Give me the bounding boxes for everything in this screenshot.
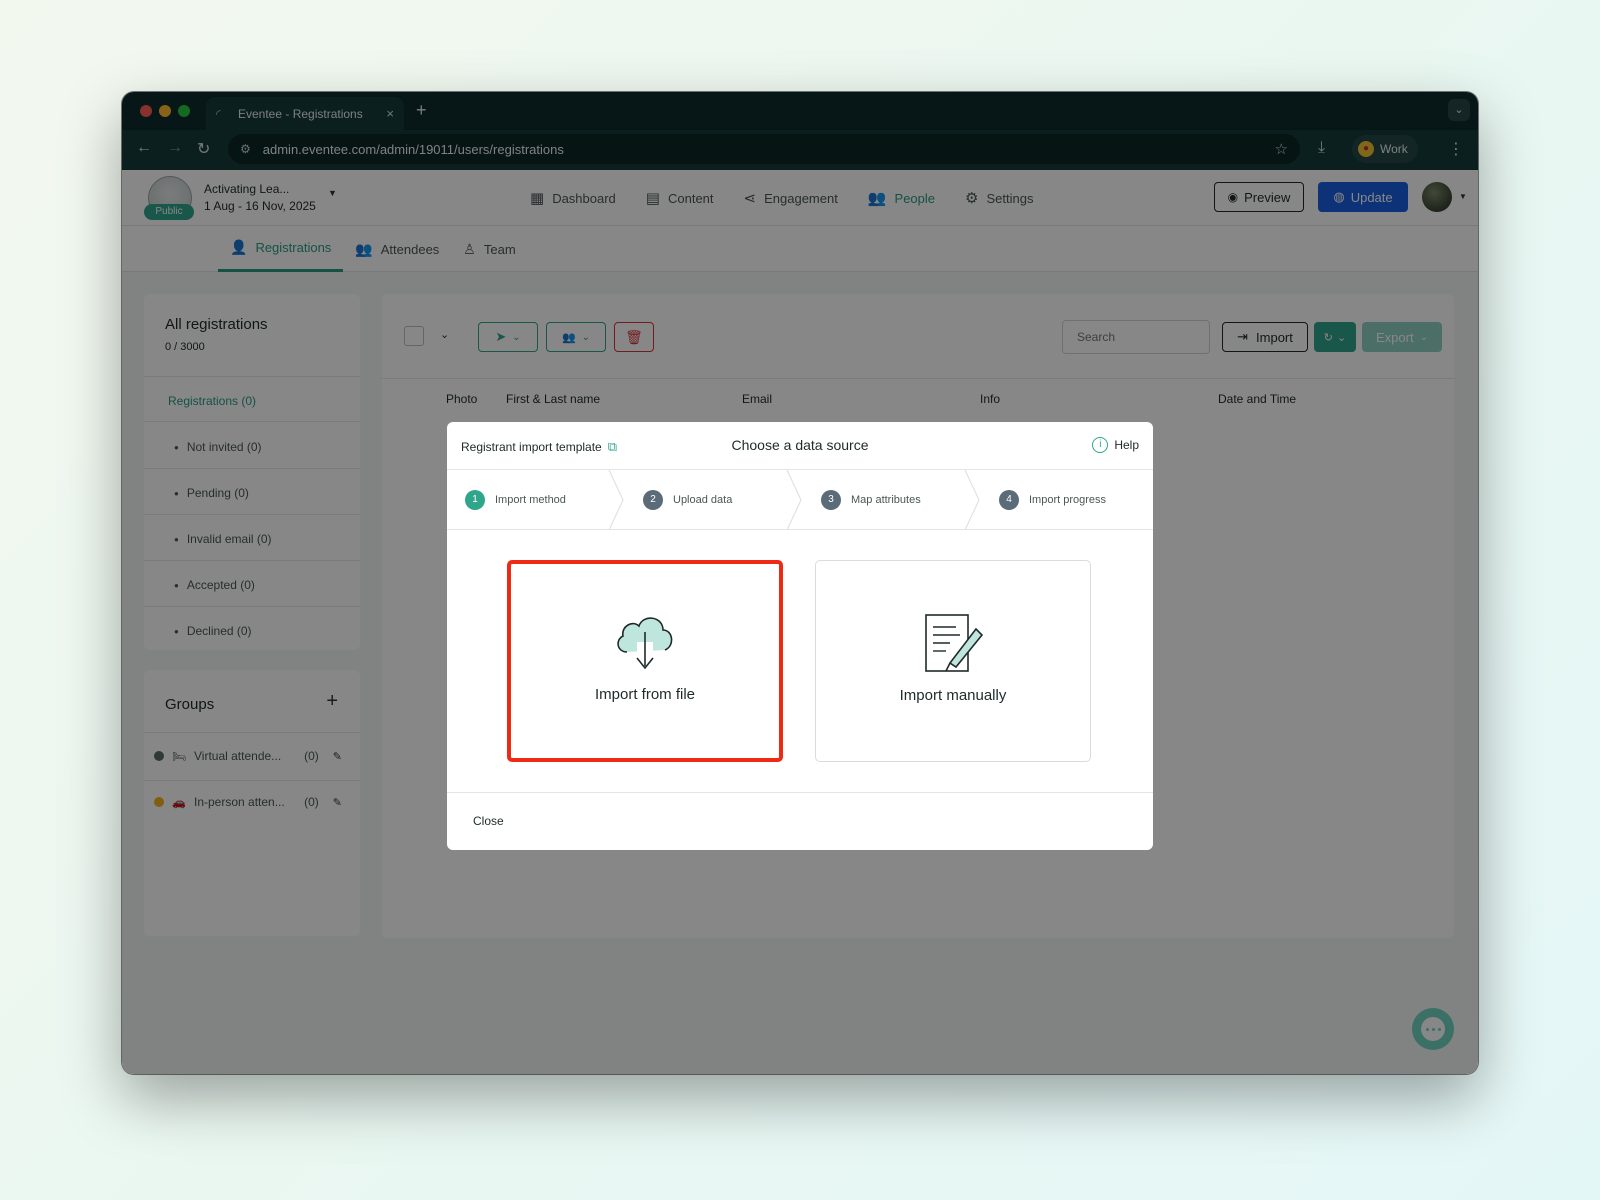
step-import-method: 1 Import method	[465, 490, 566, 510]
step-separator	[608, 470, 624, 530]
close-button[interactable]: Close	[473, 814, 504, 828]
cloud-download-icon	[511, 612, 779, 672]
help-button[interactable]: i Help	[1092, 437, 1139, 453]
step-separator	[786, 470, 802, 530]
import-steps: 1 Import method 2 Upload data 3 Map attr…	[447, 470, 1153, 530]
step-label: Import method	[495, 494, 566, 506]
import-modal: Choose a data source Registrant import t…	[447, 422, 1153, 850]
step-number: 4	[999, 490, 1019, 510]
modal-footer-divider	[447, 792, 1153, 793]
document-edit-icon	[816, 613, 1090, 675]
external-link-icon: ⧉	[607, 439, 618, 454]
import-template-label: Registrant import template	[461, 440, 602, 454]
step-number: 2	[643, 490, 663, 510]
step-separator	[964, 470, 980, 530]
step-label: Map attributes	[851, 494, 921, 506]
step-upload-data: 2 Upload data	[643, 490, 732, 510]
help-label: Help	[1114, 438, 1139, 452]
modal-header: Choose a data source Registrant import t…	[447, 422, 1153, 470]
import-from-file-label: Import from file	[594, 686, 696, 703]
step-map-attributes: 3 Map attributes	[821, 490, 921, 510]
import-from-file-option[interactable]: Import from file	[507, 560, 783, 762]
import-manually-label: Import manually	[899, 687, 1007, 704]
import-template-link[interactable]: Registrant import template ⧉	[461, 439, 617, 455]
step-label: Import progress	[1029, 494, 1107, 506]
step-label: Upload data	[673, 494, 733, 506]
step-number: 1	[465, 490, 485, 510]
import-manually-option[interactable]: Import manually	[815, 560, 1091, 762]
step-import-progress: 4 Import progress	[999, 490, 1106, 510]
step-number: 3	[821, 490, 841, 510]
info-icon: i	[1092, 437, 1109, 453]
browser-window: ◜ Eventee - Registrations × + ⌄ ← → ↻ ⚙ …	[122, 92, 1478, 1074]
